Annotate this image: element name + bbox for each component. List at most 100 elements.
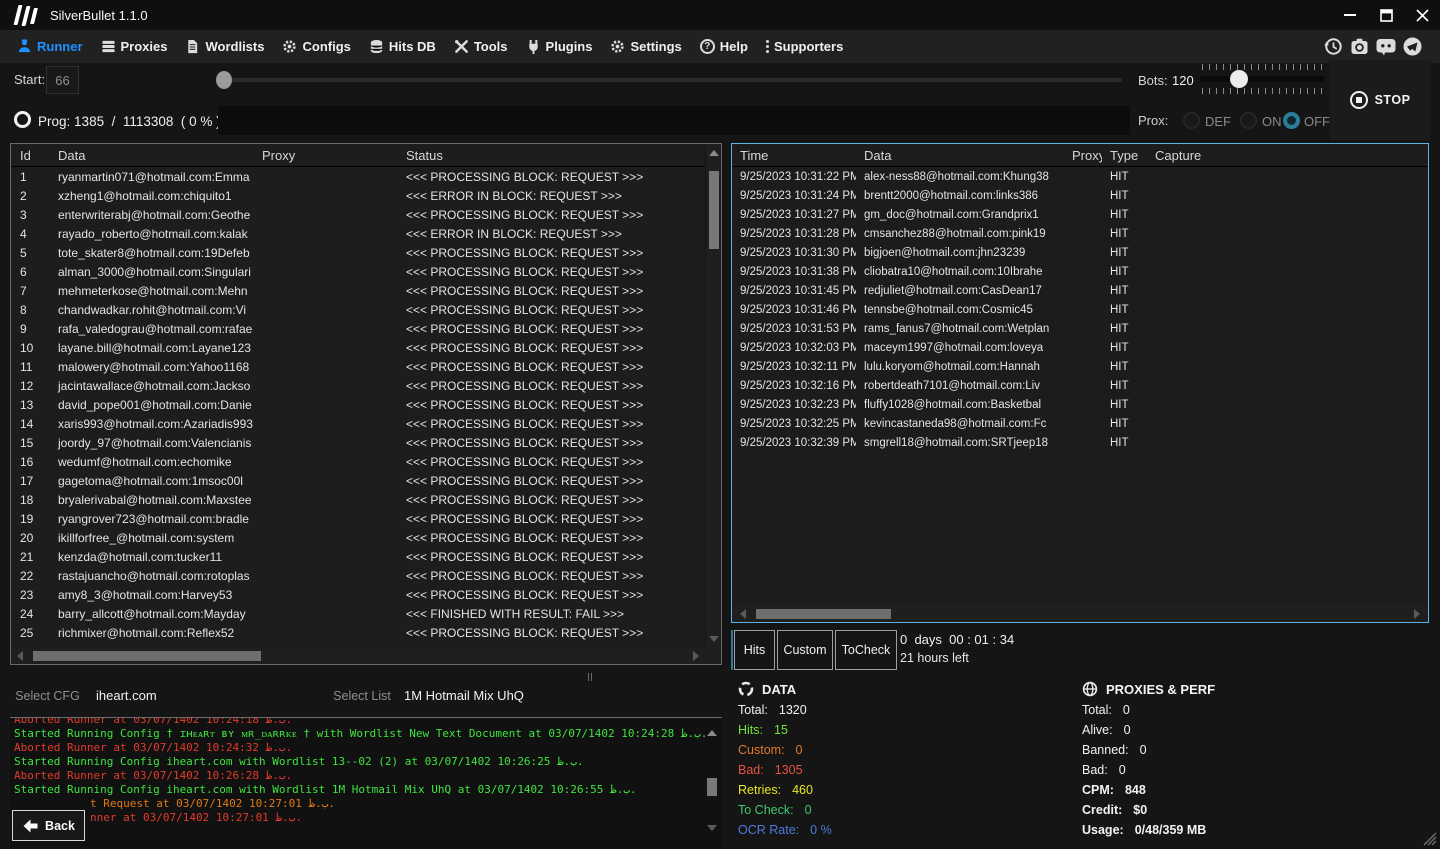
slider-thumb[interactable] <box>216 71 232 89</box>
nav-item-plugins[interactable]: Plugins <box>517 30 602 63</box>
scroll-right-arrow[interactable] <box>1414 609 1420 619</box>
table-row[interactable]: 8 chandwadkar.rohit@hotmail.com:Vi <<< P… <box>11 301 705 320</box>
table-row[interactable]: 4 rayado_roberto@hotmail.com:kalak <<< E… <box>11 225 705 244</box>
nav-item-supporters[interactable]: Supporters <box>757 30 852 63</box>
nav-item-proxies[interactable]: Proxies <box>92 30 177 63</box>
select-wordlist-button[interactable]: Select List <box>330 676 394 716</box>
left-table-vscrollbar[interactable] <box>705 144 721 648</box>
table-row[interactable]: 9/25/2023 10:31:45 PM redjuliet@hotmail.… <box>732 282 1428 301</box>
table-row[interactable]: 22 rastajuancho@hotmail.com:rotoplas <<<… <box>11 567 705 586</box>
col-header-capture[interactable]: Capture <box>1147 144 1428 166</box>
table-row[interactable]: 18 bryalerivabal@hotmail.com:Maxstee <<<… <box>11 491 705 510</box>
scroll-down-arrow[interactable] <box>707 825 717 831</box>
table-row[interactable]: 20 ikillforfree_@hotmail.com:system <<< … <box>11 529 705 548</box>
col-header-data[interactable]: Data <box>49 144 253 166</box>
nav-item-runner[interactable]: Runner <box>8 30 92 63</box>
scroll-up-arrow[interactable] <box>709 150 719 156</box>
vscrollbar-thumb[interactable] <box>709 171 719 249</box>
nav-item-hitsdb[interactable]: Hits DB <box>360 30 445 63</box>
table-row[interactable]: 9/25/2023 10:32:11 PM lulu.koryom@hotmai… <box>732 358 1428 377</box>
bots-slider[interactable] <box>1200 64 1324 94</box>
hscrollbar-thumb[interactable] <box>33 651 261 661</box>
slider-thumb[interactable] <box>1230 70 1248 88</box>
nav-item-tools[interactable]: Tools <box>445 30 517 63</box>
table-row[interactable]: 9/25/2023 10:31:28 PM cmsanchez88@hotmai… <box>732 225 1428 244</box>
table-row[interactable]: 9/25/2023 10:32:23 PM fluffy1028@hotmail… <box>732 396 1428 415</box>
table-row[interactable]: 3 enterwriterabj@hotmail.com:Geothe <<< … <box>11 206 705 225</box>
col-header-proxy[interactable]: Proxy <box>1064 144 1102 166</box>
table-row[interactable]: 9/25/2023 10:31:30 PM bigjoen@hotmail.co… <box>732 244 1428 263</box>
discord-icon[interactable] <box>1376 37 1396 56</box>
history-icon[interactable] <box>1324 37 1343 56</box>
table-row[interactable]: 9/25/2023 10:32:25 PM kevincastaneda98@h… <box>732 415 1428 434</box>
log-vscrollbar[interactable] <box>704 722 720 845</box>
hscrollbar-thumb[interactable] <box>756 609 891 619</box>
hits-table-hscrollbar[interactable] <box>732 605 1428 622</box>
table-row[interactable]: 9/25/2023 10:31:53 PM rams_fanus7@hotmai… <box>732 320 1428 339</box>
left-table-hscrollbar[interactable] <box>11 648 705 664</box>
table-row[interactable]: 10 layane.bill@hotmail.com:Layane123 <<<… <box>11 339 705 358</box>
col-header-type[interactable]: Type <box>1102 144 1147 166</box>
col-header-proxy[interactable]: Proxy <box>253 144 397 166</box>
table-row[interactable]: 9/25/2023 10:31:27 PM gm_doc@hotmail.com… <box>732 206 1428 225</box>
table-row[interactable]: 15 joordy_97@hotmail.com:Valencianis <<<… <box>11 434 705 453</box>
select-config-button[interactable]: Select CFG <box>10 676 85 716</box>
splitter-grip[interactable] <box>588 673 592 681</box>
scroll-right-arrow[interactable] <box>693 651 699 661</box>
scroll-down-arrow[interactable] <box>709 636 719 642</box>
col-header-id[interactable]: Id <box>11 144 49 166</box>
table-row[interactable]: 11 malowery@hotmail.com:Yahoo1168 <<< PR… <box>11 358 705 377</box>
nav-item-settings[interactable]: Settings <box>601 30 690 63</box>
stop-panel[interactable]: STOP <box>1330 60 1430 140</box>
table-row[interactable]: 9 rafa_valedograu@hotmail.com:rafae <<< … <box>11 320 705 339</box>
camera-icon[interactable] <box>1350 37 1369 56</box>
telegram-icon[interactable] <box>1403 37 1422 56</box>
table-row[interactable]: 7 mehmeterkose@hotmail.com:Mehn <<< PROC… <box>11 282 705 301</box>
nav-item-help[interactable]: ? Help <box>691 30 757 63</box>
tab-tocheck[interactable]: ToCheck <box>835 630 897 670</box>
scroll-left-arrow[interactable] <box>740 609 746 619</box>
col-header-status[interactable]: Status <box>397 144 721 166</box>
maximize-button[interactable] <box>1368 0 1404 30</box>
prox-radio-off[interactable] <box>1283 112 1300 129</box>
table-row[interactable]: 12 jacintawallace@hotmail.com:Jackso <<<… <box>11 377 705 396</box>
table-row[interactable]: 9/25/2023 10:31:38 PM cliobatra10@hotmai… <box>732 263 1428 282</box>
table-row[interactable]: 16 wedumf@hotmail.com:echomike <<< PROCE… <box>11 453 705 472</box>
table-row[interactable]: 13 david_pope001@hotmail.com:Danie <<< P… <box>11 396 705 415</box>
nav-item-configs[interactable]: Configs <box>273 30 359 63</box>
minimize-button[interactable] <box>1332 0 1368 30</box>
table-row[interactable]: 21 kenzda@hotmail.com:tucker11 <<< PROCE… <box>11 548 705 567</box>
table-row[interactable]: 25 richmixer@hotmail.com:Reflex52 <<< PR… <box>11 624 705 643</box>
table-row[interactable]: 17 gagetoma@hotmail.com:1msoc00l <<< PRO… <box>11 472 705 491</box>
nav-item-wordlists[interactable]: Wordlists <box>176 30 273 63</box>
table-row[interactable]: 9/25/2023 10:32:03 PM maceym1997@hotmail… <box>732 339 1428 358</box>
table-row[interactable]: 9/25/2023 10:31:24 PM brentt2000@hotmail… <box>732 187 1428 206</box>
close-button[interactable] <box>1404 0 1440 30</box>
table-row[interactable]: 9/25/2023 10:31:22 PM alex-ness88@hotmai… <box>732 168 1428 187</box>
table-row[interactable]: 1 ryanmartin071@hotmail.com:Emma <<< PRO… <box>11 168 705 187</box>
table-row[interactable]: 24 barry_allcott@hotmail.com:Mayday <<< … <box>11 605 705 624</box>
prox-radio-on[interactable] <box>1240 112 1257 129</box>
start-position-slider[interactable] <box>218 71 1122 89</box>
tab-hits[interactable]: Hits <box>734 630 775 670</box>
table-row[interactable]: 5 tote_skater8@hotmail.com:19Defeb <<< P… <box>11 244 705 263</box>
col-header-data[interactable]: Data <box>856 144 1064 166</box>
prox-radio-def[interactable] <box>1183 112 1200 129</box>
scroll-left-arrow[interactable] <box>17 651 23 661</box>
table-row[interactable]: 23 amy8_3@hotmail.com:Harvey53 <<< PROCE… <box>11 586 705 605</box>
vscrollbar-thumb[interactable] <box>707 778 717 796</box>
col-header-time[interactable]: Time <box>732 144 856 166</box>
table-row[interactable]: 9/25/2023 10:32:16 PM robertdeath7101@ho… <box>732 377 1428 396</box>
table-row[interactable]: 9/25/2023 10:32:39 PM smgrell18@hotmail.… <box>732 434 1428 453</box>
start-input[interactable] <box>46 66 79 94</box>
resize-grip[interactable] <box>1423 832 1437 846</box>
back-button[interactable]: Back <box>12 810 85 841</box>
tab-custom[interactable]: Custom <box>777 630 833 670</box>
table-row[interactable]: 6 alman_3000@hotmail.com:Singulari <<< P… <box>11 263 705 282</box>
table-row[interactable]: 14 xaris993@hotmail.com:Azariadis993 <<<… <box>11 415 705 434</box>
table-row[interactable]: 2 xzheng1@hotmail.com:chiquito1 <<< ERRO… <box>11 187 705 206</box>
cell-time: 9/25/2023 10:32:16 PM <box>732 377 856 396</box>
table-row[interactable]: 9/25/2023 10:31:46 PM tennsbe@hotmail.co… <box>732 301 1428 320</box>
table-row[interactable]: 19 ryangrover723@hotmail.com:bradle <<< … <box>11 510 705 529</box>
scroll-up-arrow[interactable] <box>707 730 717 736</box>
